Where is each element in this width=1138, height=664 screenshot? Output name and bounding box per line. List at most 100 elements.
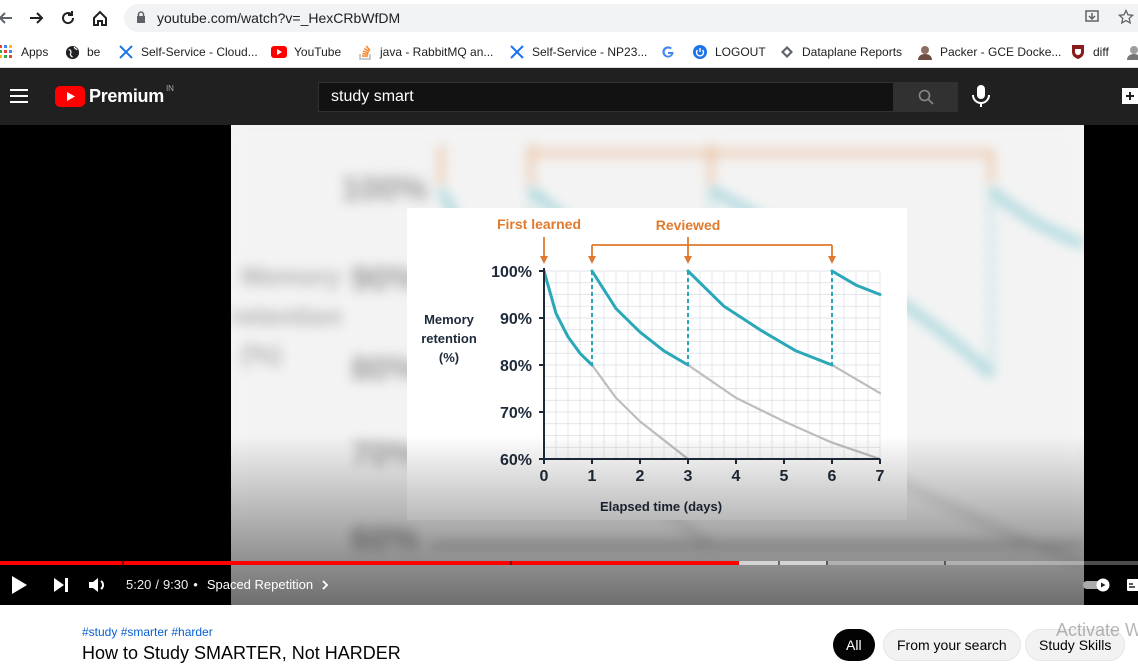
mute-button[interactable] [86, 572, 110, 598]
diamond-icon [779, 44, 795, 60]
player-controls: 5:20 / 9:30 • Spaced Repetition [0, 570, 1138, 600]
bookmark-label: LOGOUT [715, 45, 766, 59]
reload-icon[interactable] [56, 6, 80, 30]
youtube-masthead: Premium IN [0, 68, 1138, 125]
shield-icon [1070, 44, 1086, 60]
url-text: youtube.com/watch?v=_HexCRbWfDM [157, 10, 401, 26]
install-app-icon[interactable] [1084, 9, 1100, 30]
chapter-marker [778, 561, 780, 565]
svg-text:100%: 100% [341, 170, 428, 208]
y-axis-label: Memory [424, 312, 475, 327]
annotation-arrowhead [588, 256, 596, 264]
search-field[interactable] [318, 82, 894, 112]
next-button[interactable] [50, 572, 72, 598]
google-icon [660, 44, 676, 60]
bookmark-youtube[interactable]: YouTube [271, 43, 341, 61]
chapter-title[interactable]: Spaced Repetition [207, 577, 313, 592]
bookmark-label: YouTube [294, 45, 342, 59]
bookmark-star-icon[interactable] [1117, 8, 1135, 30]
globe-icon [64, 44, 80, 60]
play-icon [12, 576, 27, 594]
time-separator: / [155, 577, 159, 592]
brand-label: Premium [89, 86, 164, 106]
bookmark-label: be [87, 45, 101, 59]
y-tick-label: 70% [500, 405, 532, 422]
video-player[interactable]: 100% 90% 80% 70% 60% Memory retention (%… [0, 125, 1138, 605]
progress-played [0, 561, 739, 565]
svg-text:retention: retention [231, 301, 342, 331]
address-bar[interactable]: youtube.com/watch?v=_HexCRbWfDM [124, 4, 1138, 32]
search-icon [918, 89, 934, 105]
time-display: 5:20 / 9:30 • Spaced Repetition [126, 577, 331, 592]
bookmarks-bar: Apps be Self-Service - Cloud... YouTube … [0, 36, 1138, 68]
play-button[interactable] [8, 572, 30, 598]
x-logo-icon [509, 44, 525, 60]
apps-grid-icon [0, 44, 14, 60]
x-logo-icon [118, 44, 134, 60]
bookmark-self-service-cloud[interactable]: Self-Service - Cloud... [118, 43, 258, 61]
lock-icon [136, 11, 146, 29]
browser-toolbar: youtube.com/watch?v=_HexCRbWfDM [0, 0, 1138, 36]
subtitles-button[interactable] [1126, 572, 1138, 598]
hashtags[interactable]: #study #smarter #harder [82, 625, 213, 639]
bookmark-packer-gce[interactable]: Packer - GCE Docke... [917, 43, 1061, 61]
youtube-premium-logo[interactable]: Premium IN [55, 84, 174, 107]
youtube-icon [271, 44, 287, 60]
bookmark-logout[interactable]: LOGOUT [692, 43, 766, 61]
region-code: IN [165, 84, 174, 93]
hamburger-menu-icon[interactable] [9, 86, 29, 106]
annotation-arrowhead [540, 256, 548, 264]
svg-text:(%): (%) [241, 339, 281, 369]
activate-windows-watermark: Activate W [1056, 620, 1138, 640]
bookmark-apps[interactable]: Apps [0, 43, 48, 61]
bookmark-java-rabbitmq[interactable]: java - RabbitMQ an... [357, 43, 493, 61]
progress-bar[interactable] [0, 561, 1138, 565]
bookmark-label: Apps [21, 45, 49, 59]
bookmark-label: Self-Service - NP23... [532, 45, 648, 59]
chip-all[interactable]: All [833, 629, 875, 661]
chip-from-your-search[interactable]: From your search [883, 629, 1021, 661]
svg-text:Memory: Memory [241, 261, 341, 291]
chapter-marker [510, 561, 512, 565]
voice-search-button[interactable] [970, 84, 992, 113]
bookmark-label: Packer - GCE Docke... [940, 45, 1062, 59]
volume-icon [89, 578, 104, 592]
search-input[interactable] [319, 83, 893, 111]
autoplay-toggle-icon [1083, 578, 1110, 592]
chapter-dot: • [193, 577, 198, 592]
annotation-first-learned: First learned [497, 216, 581, 232]
youtube-logo-icon [55, 86, 85, 107]
avatar-icon [917, 44, 933, 60]
search-button[interactable] [894, 82, 958, 112]
create-button[interactable] [1122, 88, 1138, 109]
chapter-marker [944, 561, 946, 565]
bookmark-label: Self-Service - Cloud... [141, 45, 258, 59]
add-icon [1122, 88, 1138, 104]
bookmark-google[interactable] [660, 43, 683, 61]
autoplay-toggle[interactable] [1082, 572, 1112, 598]
bookmark-diff[interactable]: diff [1070, 43, 1109, 61]
bookmark-dataplane-reports[interactable]: Dataplane Reports [779, 43, 902, 61]
chapter-marker [826, 561, 828, 565]
annotation-arrowhead [828, 256, 836, 264]
bookmark-self-service-np23[interactable]: Self-Service - NP23... [509, 43, 647, 61]
back-icon[interactable] [0, 6, 18, 30]
power-icon [692, 44, 708, 60]
chapter-marker [122, 561, 124, 565]
annotation-arrowhead [684, 256, 692, 264]
avatar-icon [1126, 44, 1138, 60]
bookmark-overflow[interactable] [1126, 43, 1138, 61]
home-icon[interactable] [88, 6, 112, 30]
y-tick-label: 80% [500, 358, 532, 375]
forward-icon[interactable] [24, 6, 48, 30]
y-axis-label: retention [421, 331, 477, 346]
time-current: 5:20 [126, 577, 152, 592]
bookmark-be[interactable]: be [64, 43, 100, 61]
chevron-right-icon[interactable] [319, 579, 331, 591]
stackoverflow-icon [357, 44, 373, 60]
captions-icon [1127, 579, 1138, 591]
video-title: How to Study SMARTER, Not HARDER [82, 643, 401, 663]
bookmark-label: diff [1093, 45, 1109, 59]
time-total: 9:30 [162, 577, 189, 592]
skip-next-icon [54, 578, 68, 592]
